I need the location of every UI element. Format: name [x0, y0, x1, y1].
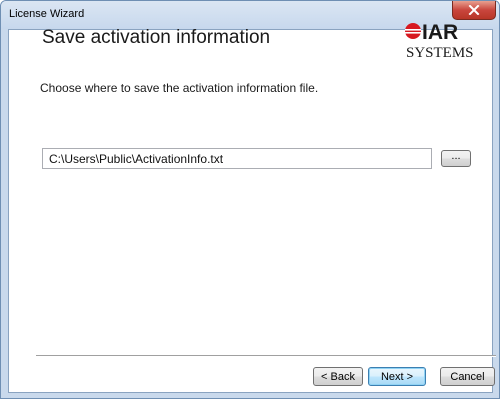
save-path-input[interactable] [42, 148, 432, 169]
cancel-button[interactable]: Cancel [440, 367, 495, 386]
page-title: Save activation information [42, 27, 271, 48]
browse-button[interactable]: ... [441, 150, 471, 167]
back-button[interactable]: < Back [313, 367, 363, 386]
close-button[interactable] [452, 1, 496, 20]
instruction-text: Choose where to save the activation info… [40, 81, 319, 95]
iar-logo-icon: IAR SYSTEMS [405, 21, 474, 61]
window-title: License Wizard [9, 8, 85, 20]
svg-text:SYSTEMS: SYSTEMS [406, 45, 474, 61]
svg-text:IAR: IAR [422, 21, 458, 44]
next-button[interactable]: Next > [368, 367, 426, 386]
close-icon [468, 5, 480, 15]
iar-systems-logo: IAR SYSTEMS [403, 21, 475, 61]
footer-divider [36, 355, 496, 357]
